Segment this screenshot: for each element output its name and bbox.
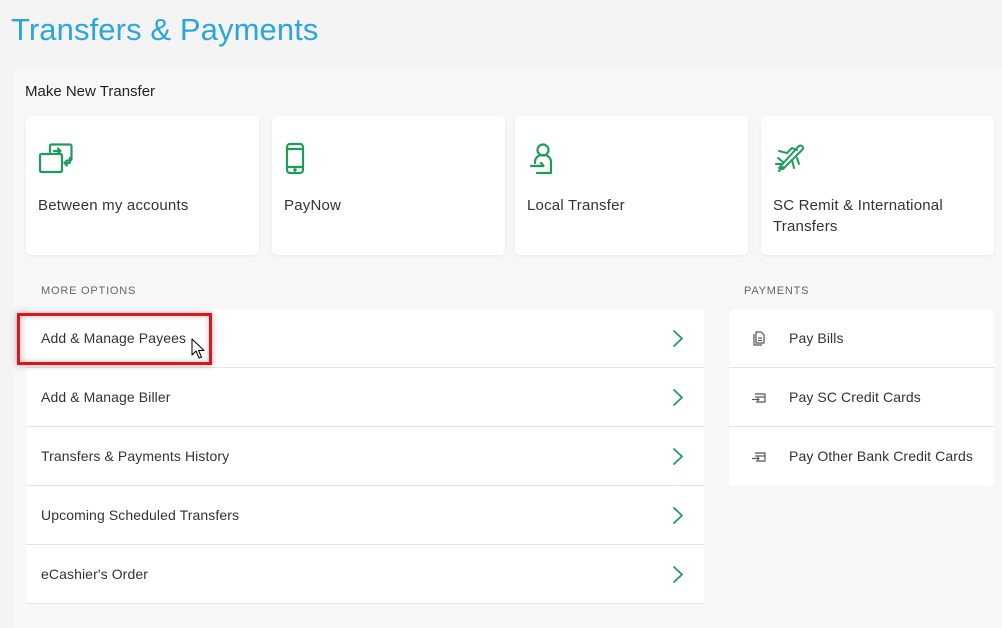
chevron-right-icon	[672, 447, 684, 466]
option-label: Add & Manage Payees	[41, 330, 187, 346]
make-new-transfer-heading: Make New Transfer	[25, 83, 156, 100]
payment-pay-bills[interactable]: Pay Bills	[729, 309, 994, 368]
option-label: Transfers & Payments History	[41, 448, 230, 464]
payments-heading: PAYMENTS	[744, 285, 810, 297]
option-add-manage-payees[interactable]: Add & Manage Payees	[26, 309, 704, 368]
chevron-right-icon	[672, 388, 684, 407]
bill-document-icon	[751, 331, 767, 347]
card-label: PayNow	[284, 197, 342, 214]
payment-pay-other-bank-credit-cards[interactable]: Pay Other Bank Credit Cards	[729, 427, 994, 486]
card-label: Between my accounts	[38, 197, 189, 214]
chevron-right-icon	[672, 506, 684, 525]
mobile-phone-icon	[284, 142, 320, 176]
chevron-right-icon	[672, 565, 684, 584]
option-label: Add & Manage Biller	[41, 389, 171, 405]
page-title: Transfers & Payments	[11, 12, 319, 47]
card-between-my-accounts[interactable]: Between my accounts	[26, 116, 259, 255]
payment-label: Pay Bills	[789, 330, 844, 346]
payments-list: Pay Bills Pay SC Credit Cards Pay Other …	[729, 309, 994, 486]
transfer-arrows-icon	[38, 142, 74, 176]
option-add-manage-biller[interactable]: Add & Manage Biller	[26, 368, 704, 427]
credit-card-icon	[751, 390, 767, 406]
option-transfers-payments-history[interactable]: Transfers & Payments History	[26, 427, 704, 486]
option-label: eCashier's Order	[41, 566, 148, 582]
payment-label: Pay SC Credit Cards	[789, 389, 921, 405]
card-label: Local Transfer	[527, 197, 625, 214]
more-options-list: Add & Manage Payees Add & Manage Biller …	[26, 309, 704, 604]
option-label: Upcoming Scheduled Transfers	[41, 507, 240, 523]
payment-label: Pay Other Bank Credit Cards	[789, 448, 973, 464]
card-sc-remit-international[interactable]: SC Remit & International Transfers	[761, 116, 994, 255]
option-upcoming-scheduled-transfers[interactable]: Upcoming Scheduled Transfers	[26, 486, 704, 545]
card-local-transfer[interactable]: Local Transfer	[515, 116, 748, 255]
airplane-icon	[773, 142, 809, 176]
card-paynow[interactable]: PayNow	[272, 116, 505, 255]
card-label: SC Remit & International Transfers	[773, 197, 943, 235]
more-options-heading: MORE OPTIONS	[41, 285, 137, 297]
credit-card-icon	[751, 449, 767, 465]
option-ecashiers-order[interactable]: eCashier's Order	[26, 545, 704, 604]
chevron-right-icon	[672, 329, 684, 348]
person-transfer-icon	[527, 142, 563, 176]
payment-pay-sc-credit-cards[interactable]: Pay SC Credit Cards	[729, 368, 994, 427]
